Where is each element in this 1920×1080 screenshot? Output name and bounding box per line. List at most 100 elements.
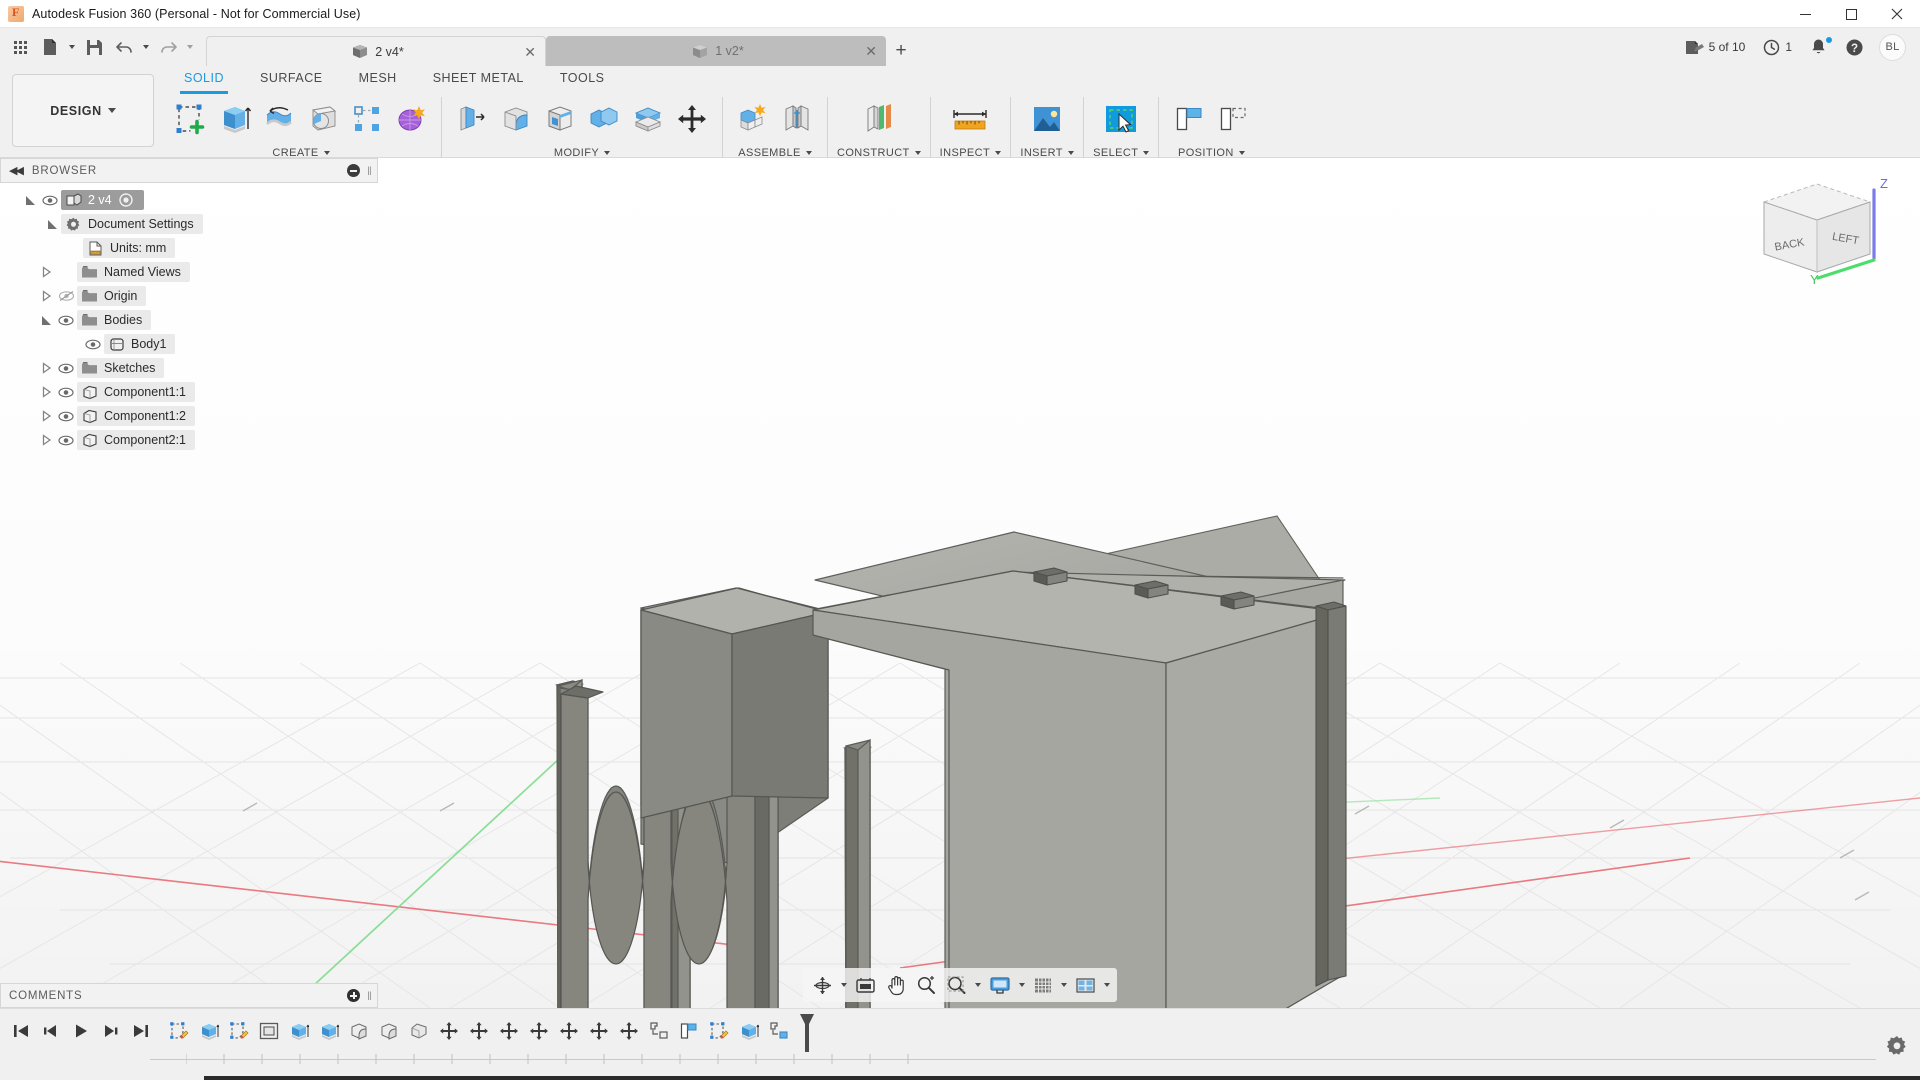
tree-item-named-views[interactable]: Named Views <box>77 262 190 282</box>
workspace-switcher[interactable]: DESIGN <box>12 74 154 147</box>
tree-item-component1-1[interactable]: Component1:1 <box>77 382 196 402</box>
timeline-fillet-icon-2[interactable] <box>376 1016 402 1046</box>
timeline-settings-gear-icon[interactable] <box>1886 1035 1908 1062</box>
ribbon-tab-surface[interactable]: SURFACE <box>242 66 341 90</box>
tree-node-units[interactable]: Units: mm <box>0 236 378 260</box>
pattern-icon[interactable] <box>346 97 388 141</box>
minus-circle-icon[interactable] <box>347 164 361 177</box>
ribbon-tab-solid[interactable]: SOLID <box>166 66 242 94</box>
comments-panel[interactable]: COMMENTS ‖ <box>0 983 378 1008</box>
tree-item-bodies[interactable]: Bodies <box>77 310 152 330</box>
create-sketch-icon[interactable] <box>170 97 212 141</box>
comments-grip-icon[interactable]: ‖ <box>367 989 372 1003</box>
tree-node-component1-2[interactable]: Component1:2 <box>0 404 378 428</box>
tree-item-sketches[interactable]: Sketches <box>77 358 165 378</box>
timeline-extrude-icon-1[interactable] <box>196 1016 222 1046</box>
tree-node-origin[interactable]: Origin <box>0 284 378 308</box>
twisty-closed-named-views[interactable] <box>38 266 55 278</box>
display-mode-icon[interactable] <box>984 970 1016 1000</box>
timeline-copy-paste-icon[interactable] <box>646 1016 672 1046</box>
timeline-chamfer-icon[interactable] <box>406 1016 432 1046</box>
zoom-icon[interactable] <box>911 970 941 1000</box>
grid-snap-icon[interactable] <box>1028 970 1058 1000</box>
tree-node-body1[interactable]: Body1 <box>0 332 378 356</box>
user-account-button[interactable]: BL <box>1875 32 1910 63</box>
twisty-closed-component2-1[interactable] <box>38 434 55 446</box>
tree-item-component2-1[interactable]: Component2:1 <box>77 430 196 450</box>
timeline-move-icon-7[interactable] <box>616 1016 642 1046</box>
close-button[interactable] <box>1874 0 1920 28</box>
jobs-status[interactable]: 5 of 10 <box>1677 35 1753 60</box>
orbit-caret[interactable] <box>838 970 850 1000</box>
timeline-copy-paste-new-icon[interactable] <box>766 1016 792 1046</box>
timeline-scrollbar[interactable] <box>204 1076 1920 1080</box>
document-tab-inactive[interactable]: 1 v2* ✕ <box>546 36 886 66</box>
sweep-icon[interactable] <box>302 97 344 141</box>
timeline-sketch-icon-1[interactable] <box>166 1016 192 1046</box>
display-settings-icon[interactable] <box>850 970 881 1000</box>
pan-icon[interactable] <box>881 970 911 1000</box>
minimize-button[interactable] <box>1782 0 1828 28</box>
twisty-closed-component1-1[interactable] <box>38 386 55 398</box>
skip-start-icon[interactable] <box>6 1014 36 1048</box>
visibility-eye-icon-bodies[interactable] <box>55 315 77 326</box>
notifications-button[interactable] <box>1803 34 1834 60</box>
timeline-extrude-icon-2[interactable] <box>286 1016 312 1046</box>
combine-icon[interactable] <box>583 97 625 141</box>
tree-node-sketches[interactable]: Sketches <box>0 356 378 380</box>
visibility-eye-icon-component1-1[interactable] <box>55 387 77 398</box>
visibility-eye-icon-body1[interactable] <box>82 339 104 350</box>
clock-status[interactable]: 1 <box>1756 35 1799 60</box>
twisty-closed-component1-2[interactable] <box>38 410 55 422</box>
visibility-eye-icon-component2-1[interactable] <box>55 435 77 446</box>
visibility-eye-hidden-icon-origin[interactable] <box>55 290 77 302</box>
zoom-window-caret[interactable] <box>972 970 984 1000</box>
timeline-sketch-icon-2[interactable] <box>226 1016 252 1046</box>
timeline-move-icon-2[interactable] <box>466 1016 492 1046</box>
form-icon[interactable] <box>390 97 432 141</box>
timeline-align-icon[interactable] <box>676 1016 702 1046</box>
view-cube[interactable]: BACK LEFT Z Y <box>1742 170 1892 287</box>
position-offset-icon[interactable] <box>1212 97 1254 141</box>
measure-icon[interactable] <box>941 97 999 141</box>
save-icon[interactable] <box>80 32 108 62</box>
align-icon[interactable] <box>1168 97 1210 141</box>
tree-item-document-settings[interactable]: Document Settings <box>61 214 203 234</box>
twisty-open-document-settings[interactable] <box>44 218 61 230</box>
tree-node-named-views[interactable]: Named Views <box>0 260 378 284</box>
browser-header[interactable]: ◀◀ BROWSER ‖ <box>0 158 378 183</box>
shell-icon[interactable] <box>539 97 581 141</box>
step-back-icon[interactable] <box>36 1014 66 1048</box>
display-mode-caret[interactable] <box>1016 970 1028 1000</box>
new-tab-button[interactable]: + <box>886 36 916 66</box>
timeline-rectangular-pattern-icon[interactable] <box>256 1016 282 1046</box>
tree-node-root[interactable]: 2 v4 <box>0 188 378 212</box>
offset-face-icon[interactable] <box>627 97 669 141</box>
activate-radio-icon[interactable] <box>118 192 135 208</box>
viewports-icon[interactable] <box>1070 970 1101 1000</box>
timeline-move-icon-3[interactable] <box>496 1016 522 1046</box>
tree-item-units[interactable]: Units: mm <box>83 238 176 258</box>
redo-caret[interactable] <box>184 32 196 62</box>
offset-plane-icon[interactable] <box>852 97 906 141</box>
ribbon-tab-sheet-metal[interactable]: SHEET METAL <box>415 66 542 90</box>
document-tab-close-icon[interactable]: ✕ <box>524 45 536 59</box>
revolve-icon[interactable] <box>258 97 300 141</box>
fillet-icon[interactable] <box>495 97 537 141</box>
timeline-marker-icon[interactable] <box>798 1012 814 1052</box>
undo-caret[interactable] <box>140 32 152 62</box>
twisty-closed-origin[interactable] <box>38 290 55 302</box>
add-comment-icon[interactable] <box>347 989 361 1002</box>
zoom-window-icon[interactable] <box>941 970 972 1000</box>
tree-item-body1[interactable]: Body1 <box>104 334 176 354</box>
document-tab-close-icon-2[interactable]: ✕ <box>865 44 877 58</box>
extrude-icon[interactable] <box>214 97 256 141</box>
tree-item-origin[interactable]: Origin <box>77 286 147 306</box>
app-grid-icon[interactable] <box>6 32 34 62</box>
timeline-move-icon-4[interactable] <box>526 1016 552 1046</box>
new-document-icon[interactable] <box>36 32 64 62</box>
visibility-eye-icon-root[interactable] <box>39 195 61 206</box>
joint-icon[interactable] <box>776 97 818 141</box>
press-pull-icon[interactable] <box>451 97 493 141</box>
step-forward-icon[interactable] <box>96 1014 126 1048</box>
